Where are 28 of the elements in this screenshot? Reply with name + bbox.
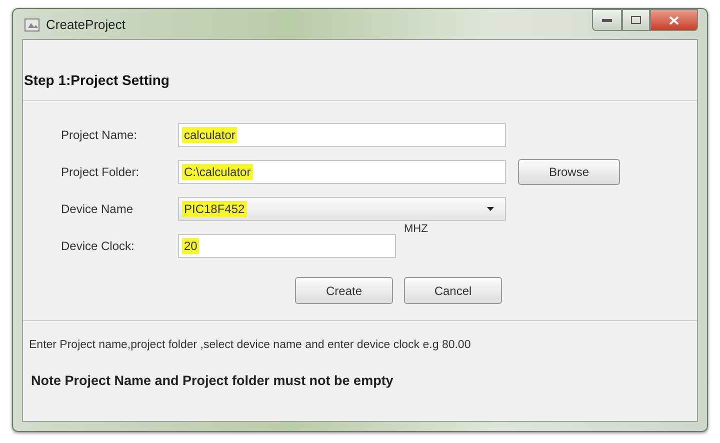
step-heading: Step 1:Project Setting [23,40,697,101]
input-field[interactable]: calculator [178,123,506,147]
field-value: PIC18F452 [182,201,247,217]
minimize-icon [602,18,612,22]
field-label: Project Folder: [60,165,140,179]
close-icon [669,16,679,24]
input-field[interactable]: 20 [178,234,396,258]
browse-button[interactable]: Browse [518,159,620,185]
maximize-icon [631,16,641,24]
field-value: 20 [182,238,200,254]
field-label: Project Name: [60,128,138,142]
cancel-button[interactable]: Cancel [404,277,502,304]
window-title: CreateProject [46,16,126,32]
caret-icon [487,207,494,211]
maximize-button[interactable] [622,9,650,31]
hint-text: Enter Project name,project folder ,select device name and enter device clock e.g 80.00 [28,338,472,351]
minimize-button[interactable] [592,9,622,31]
field-value: calculator [182,127,238,143]
note-text: Note Project Name and Project folder must not be empty [30,372,394,388]
field-label: Device Clock: [60,239,136,253]
device-dropdown[interactable]: PIC18F452 [178,197,506,221]
close-button[interactable] [650,9,698,31]
app-icon [24,16,40,32]
field-label: Device Name [60,202,134,216]
input-field[interactable]: C:\calculator [178,160,506,184]
field-value: C:\calculator [182,164,253,180]
create-button[interactable]: Create [295,277,393,304]
unit-label: MHZ [404,223,428,235]
